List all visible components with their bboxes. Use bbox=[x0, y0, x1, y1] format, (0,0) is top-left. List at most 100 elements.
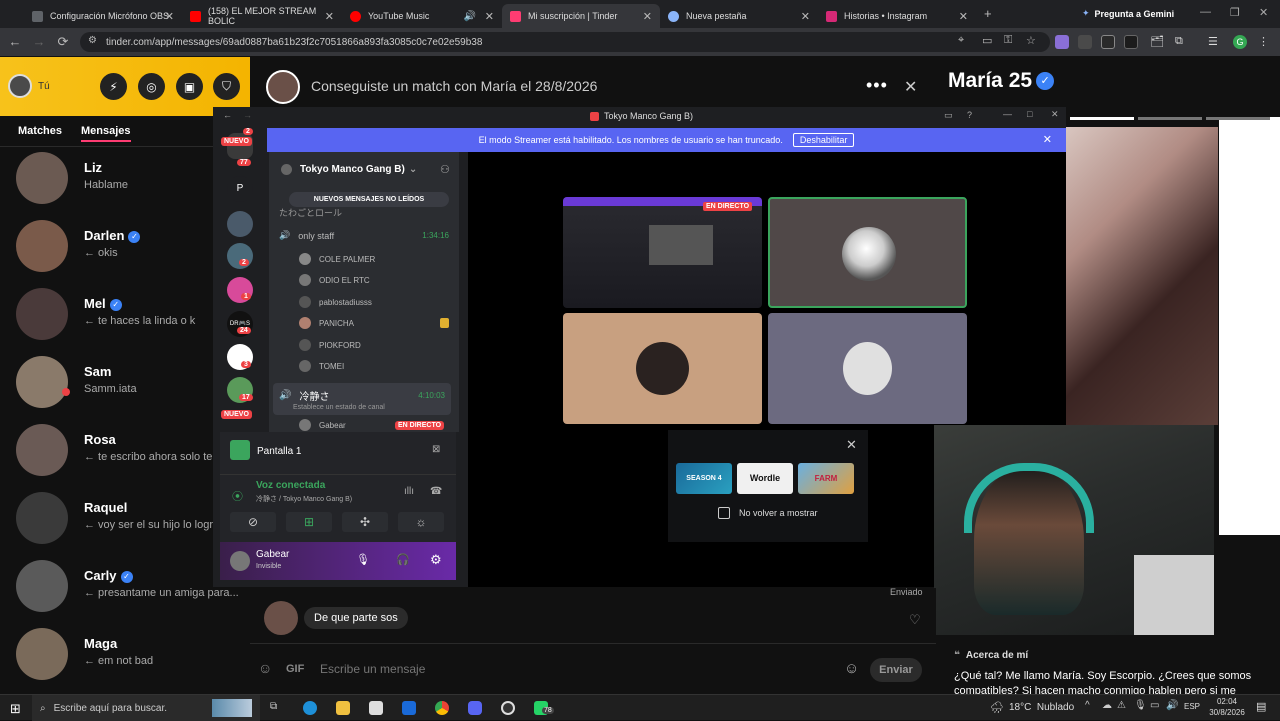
weather-icon[interactable]: 🌧 bbox=[990, 701, 1004, 714]
inbox-icon[interactable]: ▭ bbox=[944, 110, 953, 121]
mail-icon[interactable] bbox=[402, 701, 416, 715]
stop-stream-icon[interactable]: ⊠ bbox=[432, 444, 440, 455]
browser-tab[interactable]: Historias • Instagram ✕ bbox=[818, 4, 976, 28]
tray-icon[interactable]: ⚠ bbox=[1117, 700, 1126, 711]
voice-user[interactable]: PANICHA bbox=[299, 317, 449, 329]
game-card[interactable]: SEASON 4 bbox=[676, 463, 732, 494]
close-icon[interactable]: ✕ bbox=[485, 10, 494, 23]
microphone-icon[interactable]: 🎙 bbox=[1134, 700, 1147, 711]
photo-dot[interactable] bbox=[1138, 117, 1202, 120]
voice-channel-path[interactable]: 冷静さ / Tokyo Manco Gang B) bbox=[256, 494, 352, 504]
extension-icon[interactable] bbox=[1055, 35, 1069, 49]
dont-show-checkbox[interactable] bbox=[718, 507, 730, 519]
unread-banner[interactable]: NUEVOS MENSAJES NO LEÍDOS bbox=[289, 192, 449, 207]
close-icon[interactable]: ✕ bbox=[959, 10, 968, 23]
match-avatar[interactable] bbox=[16, 220, 68, 272]
briefcase-icon[interactable]: ▣ bbox=[176, 73, 203, 100]
new-tab-button[interactable]: + bbox=[984, 6, 992, 21]
close-chat-icon[interactable]: ✕ bbox=[904, 77, 917, 97]
notifications-icon[interactable]: ▤ bbox=[1256, 700, 1266, 713]
shield-icon[interactable]: ⛉ bbox=[213, 73, 240, 100]
close-popup-icon[interactable]: ✕ bbox=[846, 437, 857, 453]
voice-user[interactable]: ODIO EL RTC bbox=[299, 274, 370, 286]
more-options-icon[interactable]: ••• bbox=[866, 75, 888, 96]
match-avatar[interactable] bbox=[16, 492, 68, 544]
obs-icon[interactable] bbox=[501, 701, 515, 715]
location-icon[interactable]: ⌖ bbox=[958, 34, 972, 48]
voice-connected-label[interactable]: Voz conectada bbox=[256, 480, 325, 491]
voice-user[interactable]: PIOKFORD bbox=[299, 339, 361, 351]
password-key-icon[interactable]: ⚿ bbox=[1004, 34, 1018, 48]
you-label[interactable]: Tú bbox=[38, 81, 50, 92]
chrome-icon[interactable] bbox=[435, 701, 449, 715]
soundboard-button[interactable]: ☼ bbox=[398, 512, 444, 532]
windows-start-icon[interactable]: ⊞ bbox=[10, 701, 21, 717]
user-avatar[interactable] bbox=[230, 551, 250, 571]
explore-compass-icon[interactable]: ◎ bbox=[138, 73, 165, 100]
tab-messages[interactable]: Mensajes bbox=[81, 125, 131, 142]
match-avatar[interactable] bbox=[16, 356, 68, 408]
minimize-button[interactable]: — bbox=[1200, 6, 1211, 18]
forward-button[interactable]: → bbox=[28, 34, 50, 49]
signal-icon[interactable]: ⦿ bbox=[232, 488, 243, 504]
disconnect-icon[interactable]: ☎ bbox=[430, 486, 442, 497]
voice-user[interactable]: COLE PALMER bbox=[299, 253, 375, 265]
browser-tab[interactable]: (158) EL MEJOR STREAM BOLIC ✕ bbox=[182, 4, 342, 28]
photo-dot[interactable] bbox=[1206, 117, 1270, 120]
file-explorer-icon[interactable] bbox=[336, 701, 350, 715]
puzzle-icon[interactable]: ⧉ bbox=[1175, 35, 1189, 49]
cast-icon[interactable]: ▭ bbox=[982, 34, 996, 48]
browser-tab[interactable]: YouTube Music 🔊 ✕ bbox=[342, 4, 502, 28]
reload-button[interactable]: ⟳ bbox=[52, 34, 74, 50]
weather-text[interactable]: 18°C Nublado bbox=[1009, 702, 1074, 713]
close-icon[interactable]: ✕ bbox=[325, 10, 334, 23]
server-icon[interactable]: P bbox=[227, 176, 253, 202]
forward-icon[interactable]: → bbox=[243, 110, 252, 120]
boost-icon[interactable]: ⚡ bbox=[100, 73, 127, 100]
server-header[interactable]: Tokyo Manco Gang B) ⌄ bbox=[281, 164, 417, 175]
match-avatar[interactable] bbox=[266, 70, 300, 104]
clock-time[interactable]: 02:04 bbox=[1210, 697, 1244, 706]
minimize-button[interactable]: — bbox=[1003, 109, 1012, 119]
channel-status[interactable]: Establece un estado de canal bbox=[293, 404, 385, 411]
menu-icon[interactable]: ⋮ bbox=[1258, 35, 1272, 49]
emoji-icon[interactable]: ☺ bbox=[844, 660, 859, 677]
voice-channel-active[interactable]: 🔊 冷静さ 4:10:03 Establece un estado de canal bbox=[273, 383, 451, 415]
gif-button[interactable]: GIF bbox=[286, 663, 304, 675]
match-avatar[interactable] bbox=[16, 560, 68, 612]
close-icon[interactable]: ✕ bbox=[801, 10, 810, 23]
match-list-item[interactable]: Maga ← em not bad bbox=[0, 623, 250, 689]
browser-tab-active[interactable]: Mi suscripción | Tinder ✕ bbox=[502, 4, 660, 28]
maximize-button[interactable]: □ bbox=[1027, 109, 1032, 119]
bookmark-star-icon[interactable]: ☆ bbox=[1026, 34, 1040, 48]
close-banner-icon[interactable]: ✕ bbox=[1043, 133, 1052, 146]
language-indicator[interactable]: ESP bbox=[1184, 702, 1200, 711]
tray-icon[interactable]: ☁ bbox=[1102, 700, 1112, 711]
stream-tile[interactable]: EN DIRECTO bbox=[563, 197, 762, 308]
clock-date[interactable]: 30/8/2026 bbox=[1201, 708, 1253, 717]
tab-matches[interactable]: Matches bbox=[18, 125, 62, 137]
browser-tab[interactable]: Configuración Micrófono OBS ✕ bbox=[24, 4, 182, 28]
photo-dot[interactable] bbox=[1070, 117, 1134, 120]
voice-user[interactable]: Gabear EN DIRECTO bbox=[299, 419, 449, 431]
headphones-icon[interactable]: 🎧 bbox=[396, 553, 410, 566]
profile-avatar[interactable]: G bbox=[1233, 35, 1247, 49]
extension-icon[interactable] bbox=[1124, 35, 1138, 49]
discord-icon[interactable] bbox=[468, 701, 482, 715]
network-icon[interactable]: ▭ bbox=[1150, 700, 1159, 711]
match-avatar[interactable] bbox=[16, 424, 68, 476]
store-icon[interactable] bbox=[369, 701, 383, 715]
help-icon[interactable]: ? bbox=[967, 110, 972, 120]
activities-button[interactable]: ✣ bbox=[342, 512, 388, 532]
match-avatar[interactable] bbox=[264, 601, 298, 635]
user-avatar[interactable] bbox=[8, 74, 32, 98]
noise-suppression-icon[interactable]: ıllı bbox=[404, 486, 414, 497]
tray-chevron-icon[interactable]: ^ bbox=[1085, 700, 1090, 711]
emoji-sticker-icon[interactable]: ☺ bbox=[258, 660, 272, 676]
voice-channel-only-staff[interactable]: 🔊 only staff 1:34:16 bbox=[279, 230, 449, 241]
screen-share-button[interactable]: ⊞ bbox=[286, 512, 332, 532]
close-window-button[interactable]: ✕ bbox=[1259, 6, 1268, 19]
voice-user[interactable]: pablostadiusss bbox=[299, 296, 372, 308]
voice-user[interactable]: TOMEI bbox=[299, 360, 344, 372]
game-card[interactable]: FARM bbox=[798, 463, 854, 494]
